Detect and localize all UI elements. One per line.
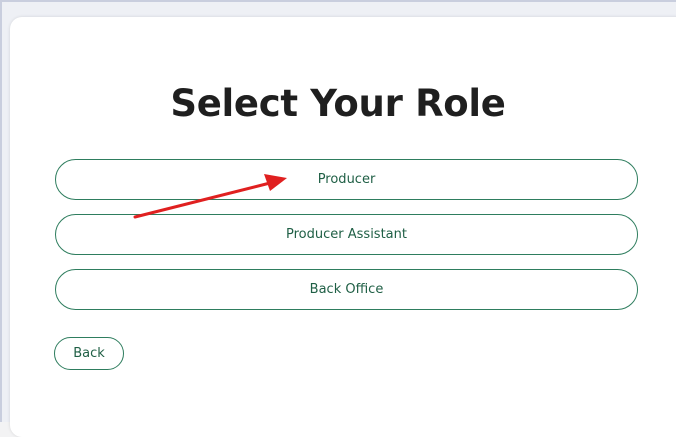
role-button-producer[interactable]: Producer	[55, 159, 638, 200]
role-button-producer-assistant[interactable]: Producer Assistant	[55, 214, 638, 255]
page-title: Select Your Role	[170, 82, 506, 125]
role-button-back-office[interactable]: Back Office	[55, 269, 638, 310]
back-button[interactable]: Back	[54, 337, 124, 370]
